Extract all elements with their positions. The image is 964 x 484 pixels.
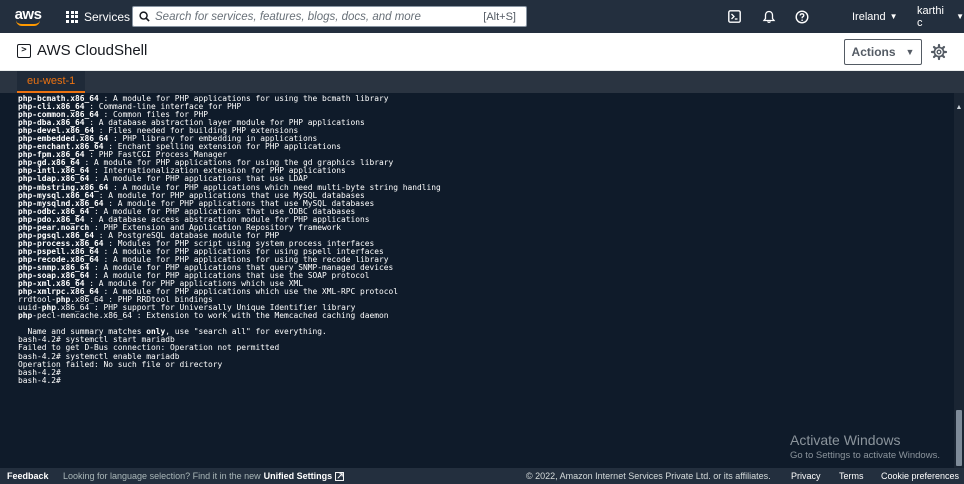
actions-button[interactable]: Actions ▼: [844, 39, 922, 65]
help-button[interactable]: [790, 0, 814, 33]
cloudshell-nav-button[interactable]: [722, 0, 746, 33]
terminal-line: Operation failed: No such file or direct…: [18, 360, 441, 369]
terminal-line: bash-4.2#: [18, 375, 441, 385]
caret-down-icon: ▼: [905, 47, 915, 57]
terminal-line: bash-4.2#: [18, 368, 441, 377]
settings-button[interactable]: [930, 43, 948, 61]
help-icon: [795, 9, 809, 24]
actions-label: Actions: [851, 45, 896, 59]
scrollbar-thumb[interactable]: [956, 410, 962, 466]
user-label: karthi c: [917, 4, 944, 29]
watermark-subtitle: Go to Settings to activate Windows.: [790, 450, 940, 461]
terminal-lines: php-bcmath.x86_64 : A module for PHP app…: [18, 94, 441, 385]
feedback-link[interactable]: Feedback: [7, 471, 49, 481]
terminal-text: bash-4.2#: [18, 375, 61, 385]
page-header: > AWS CloudShell Actions ▼: [0, 33, 964, 71]
page-footer: Feedback Looking for language selection?…: [0, 468, 964, 484]
terminal-text: -pecl-memcache.x86_64 : Extension to wor…: [32, 311, 389, 321]
cloudshell-terminal-icon: [727, 10, 741, 23]
caret-down-icon: ▼: [889, 12, 898, 21]
region-label: Ireland: [852, 10, 886, 23]
account-menu[interactable]: karthi c ▼: [917, 0, 964, 33]
copyright-text: © 2022, Amazon Internet Services Private…: [526, 471, 771, 481]
tab-eu-west-1[interactable]: eu-west-1: [17, 71, 86, 93]
terminal-line: php-pecl-memcache.x86_64 : Extension to …: [18, 312, 441, 320]
notifications-button[interactable]: [757, 0, 781, 33]
language-prompt-text: Looking for language selection? Find it …: [63, 471, 261, 481]
search-shortcut-hint: [Alt+S]: [483, 10, 516, 23]
cookie-preferences-link[interactable]: Cookie preferences: [881, 471, 959, 481]
privacy-link[interactable]: Privacy: [791, 471, 821, 481]
session-tab-bar: eu-west-1: [0, 71, 964, 93]
terminal-text: , use "search all" for everything.: [165, 327, 327, 337]
terminal-output[interactable]: php-bcmath.x86_64 : A module for PHP app…: [0, 93, 964, 468]
page-title: > AWS CloudShell: [17, 42, 147, 59]
language-prompt: Looking for language selection? Find it …: [63, 471, 345, 481]
external-link-icon: [335, 471, 345, 481]
tab-label: eu-west-1: [27, 75, 76, 87]
services-grid-icon: [66, 10, 78, 23]
gear-icon: [930, 43, 948, 61]
activate-windows-watermark: Activate Windows Go to Settings to activ…: [790, 432, 940, 462]
search-bar[interactable]: [Alt+S]: [132, 6, 527, 27]
page-title-text: AWS CloudShell: [37, 42, 148, 59]
terms-link[interactable]: Terms: [839, 471, 864, 481]
unified-settings-link[interactable]: Unified Settings: [264, 471, 333, 481]
bell-icon: [762, 10, 776, 23]
search-icon: [133, 7, 155, 26]
watermark-title: Activate Windows: [790, 432, 901, 448]
region-selector[interactable]: Ireland ▼: [852, 0, 898, 33]
aws-logo-smile-icon: [16, 20, 40, 26]
services-label: Services: [84, 9, 131, 24]
cloudshell-icon: >: [17, 43, 31, 58]
scroll-up-arrow-icon[interactable]: ▲: [954, 103, 964, 113]
caret-down-icon: ▼: [956, 12, 964, 21]
aws-logo[interactable]: aws: [6, 0, 50, 33]
search-input[interactable]: [155, 10, 484, 23]
services-menu-button[interactable]: Services: [66, 0, 130, 33]
